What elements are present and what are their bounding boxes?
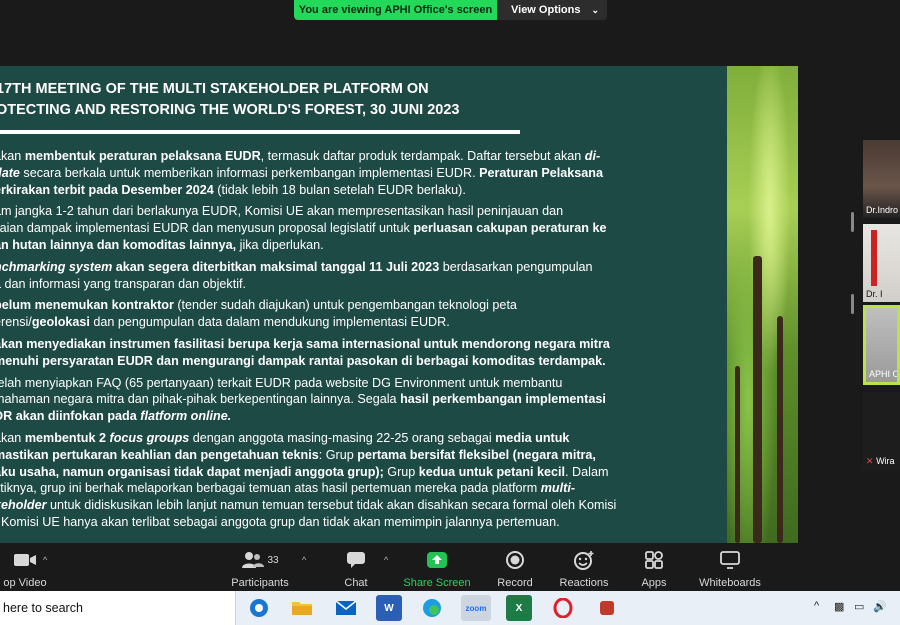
chevron-down-icon: ⌄	[591, 5, 599, 15]
search-placeholder: here to search	[3, 601, 83, 615]
stop-video-label: op Video	[3, 577, 47, 589]
participant-name: Dr.Indro	[866, 205, 899, 215]
whiteboards-button[interactable]: Whiteboards	[696, 549, 764, 589]
viewing-status: You are viewing APHI Office's screen	[294, 0, 497, 20]
chat-label: Chat	[344, 577, 368, 589]
caret-up-icon[interactable]: ^	[384, 555, 388, 565]
slide-paragraph: belum menemukan kontraktor (tender sudah…	[0, 298, 517, 330]
mail-icon	[335, 600, 357, 615]
title-underline	[0, 130, 520, 134]
app-icon	[600, 601, 614, 615]
reactions-label: Reactions	[559, 577, 609, 589]
reactions-icon	[558, 549, 610, 571]
participants-icon: 33	[228, 549, 292, 571]
word-icon: W	[384, 602, 394, 614]
flag-image	[871, 230, 877, 286]
whiteboards-label: Whiteboards	[699, 577, 761, 589]
taskbar-app-word[interactable]: W	[376, 595, 402, 621]
participant-tile[interactable]: ✕ Wira	[863, 392, 900, 470]
participants-button[interactable]: 33 Participants	[228, 549, 292, 589]
caret-up-icon[interactable]: ^	[302, 555, 306, 565]
slide-title: 17TH MEETING OF THE MULTI STAKEHOLDER PL…	[0, 79, 720, 121]
participants-label: Participants	[231, 577, 289, 589]
apps-label: Apps	[641, 577, 667, 589]
slide-paragraph: akan membentuk 2 focus groups dengan ang…	[0, 430, 617, 529]
record-icon	[494, 549, 536, 571]
share-screen-button[interactable]: Share Screen	[402, 549, 472, 589]
gallery-scroll-handle[interactable]	[851, 294, 854, 314]
view-options-button[interactable]: View Options ⌄	[497, 0, 607, 20]
active-speaker-tile[interactable]: APHI O	[863, 305, 900, 385]
taskbar-app-opera[interactable]	[550, 595, 576, 621]
opera-icon	[553, 598, 573, 618]
participant-name: Wira	[876, 456, 895, 466]
taskbar-app-file-explorer[interactable]	[289, 595, 315, 621]
zoom-icon: zoom	[465, 603, 487, 613]
zoom-meeting-window: You are viewing APHI Office's screen Vie…	[0, 0, 900, 625]
slide-paragraph: am jangka 1-2 tahun dari berlakunya EUDR…	[0, 204, 607, 252]
slide-body: akan membentuk peraturan pelaksana EUDR,…	[0, 148, 700, 536]
taskbar-app-other[interactable]	[594, 595, 620, 621]
participant-tile[interactable]: Dr. I	[863, 224, 900, 302]
slide-paragraph: telah menyiapkan FAQ (65 pertanyaan) ter…	[0, 375, 606, 424]
shared-screen: 17TH MEETING OF THE MULTI STAKEHOLDER PL…	[0, 66, 798, 543]
folder-icon	[292, 602, 312, 615]
caret-up-icon[interactable]: ^	[43, 555, 47, 565]
taskbar-app-chrome[interactable]	[246, 595, 272, 621]
slide-paragraph: akan membentuk peraturan pelaksana EUDR,…	[0, 149, 604, 197]
viewing-banner: You are viewing APHI Office's screen Vie…	[294, 0, 607, 20]
battery-icon[interactable]: ▭	[854, 600, 864, 613]
taskbar-search-box[interactable]: here to search	[0, 591, 236, 625]
record-button[interactable]: Record	[494, 549, 536, 589]
taskbar-app-mail[interactable]	[333, 595, 359, 621]
apps-icon	[638, 549, 670, 571]
chrome-icon	[250, 599, 268, 617]
slide-title-line: 17TH MEETING OF THE MULTI STAKEHOLDER PL…	[0, 81, 429, 97]
network-icon[interactable]: ▩	[834, 600, 844, 613]
speaker-icon[interactable]: 🔊	[873, 600, 887, 613]
excel-icon: X	[515, 602, 523, 614]
gallery-scroll-handle[interactable]	[851, 212, 854, 232]
reactions-button[interactable]: Reactions	[558, 549, 610, 589]
share-screen-label: Share Screen	[403, 577, 471, 589]
participant-tile[interactable]: Dr.Indro	[863, 140, 900, 218]
tray-chevron-up-icon[interactable]: ^	[814, 600, 819, 612]
slide-paragraph: akan menyediakan instrumen fasilitasi be…	[0, 336, 610, 368]
record-label: Record	[497, 577, 533, 589]
participants-count: 33	[267, 554, 279, 566]
chat-icon	[334, 549, 378, 571]
taskbar-app-zoom[interactable]: zoom	[461, 595, 491, 621]
slide-paragraph: nchmarking system akan segera diterbitka…	[0, 259, 593, 291]
apps-button[interactable]: Apps	[638, 549, 670, 589]
taskbar-app-edge[interactable]	[419, 595, 445, 621]
slide-title-line: OTECTING AND RESTORING THE WORLD'S FORES…	[0, 102, 460, 118]
windows-taskbar: here to search W zoom X ^ ▩ ▭ 🔊	[0, 591, 900, 625]
participant-name: APHI O	[869, 369, 900, 379]
participant-name: Dr. I	[866, 289, 883, 299]
taskbar-app-excel[interactable]: X	[506, 595, 532, 621]
forest-photo	[727, 66, 798, 543]
view-options-label: View Options	[511, 4, 581, 16]
whiteboard-icon	[696, 549, 764, 571]
edge-icon	[423, 599, 441, 617]
chat-button[interactable]: Chat	[334, 549, 378, 589]
mic-muted-icon: ✕	[866, 456, 874, 466]
share-screen-icon	[402, 549, 472, 571]
meeting-toolbar: op Video ^ 33 Participants ^ Chat ^ Shar…	[0, 545, 900, 591]
